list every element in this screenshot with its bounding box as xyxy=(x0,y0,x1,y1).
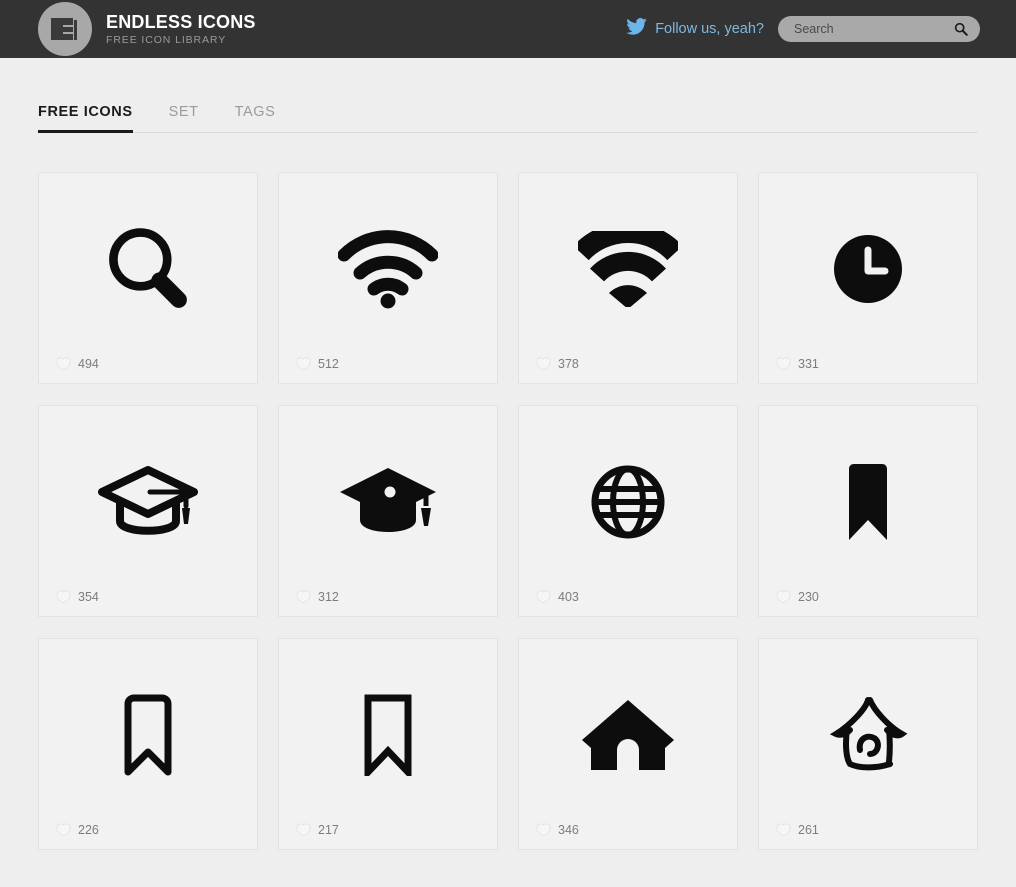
download-count-value: 230 xyxy=(798,589,819,604)
search-input[interactable] xyxy=(792,21,952,37)
download-count-icon xyxy=(56,356,71,371)
icon-card[interactable]: 354 xyxy=(38,405,258,617)
download-count: 403 xyxy=(536,589,579,604)
icon-card[interactable]: 226 xyxy=(38,638,258,850)
download-count: 217 xyxy=(296,822,339,837)
graduation-cap-filled-icon xyxy=(279,406,497,616)
download-count-icon xyxy=(296,822,311,837)
download-count-icon xyxy=(536,589,551,604)
twitter-bird-icon xyxy=(626,18,647,40)
search-icon[interactable] xyxy=(954,22,968,36)
download-count-value: 378 xyxy=(558,356,579,371)
main-tabs: FREE ICONS SET TAGS xyxy=(38,58,978,133)
download-count-value: 354 xyxy=(78,589,99,604)
download-count: 346 xyxy=(536,822,579,837)
download-count: 261 xyxy=(776,822,819,837)
brand-subtitle: FREE ICON LIBRARY xyxy=(106,33,227,46)
icon-card[interactable]: 512 xyxy=(278,172,498,384)
house-sketch-icon xyxy=(759,639,977,849)
icon-card[interactable]: 312 xyxy=(278,405,498,617)
download-count-icon xyxy=(56,589,71,604)
icon-card[interactable]: 217 xyxy=(278,638,498,850)
download-count-value: 512 xyxy=(318,356,339,371)
download-count-value: 261 xyxy=(798,822,819,837)
grid-layout-logo-icon xyxy=(38,2,92,56)
download-count: 230 xyxy=(776,589,819,604)
download-count-value: 226 xyxy=(78,822,99,837)
download-count-icon xyxy=(296,589,311,604)
globe-icon xyxy=(519,406,737,616)
download-count: 226 xyxy=(56,822,99,837)
download-count: 494 xyxy=(56,356,99,371)
header-actions: Follow us, yeah? xyxy=(626,0,980,58)
icon-card[interactable]: 230 xyxy=(758,405,978,617)
download-count-icon xyxy=(536,356,551,371)
download-count-value: 312 xyxy=(318,589,339,604)
download-count-value: 331 xyxy=(798,356,819,371)
icon-card[interactable]: 403 xyxy=(518,405,738,617)
download-count: 312 xyxy=(296,589,339,604)
brand-logo-link[interactable]: ENDLESS ICONS FREE ICON LIBRARY xyxy=(38,2,256,56)
download-count-icon xyxy=(776,356,791,371)
follow-label: Follow us, yeah? xyxy=(655,21,764,37)
icon-card[interactable]: 494 xyxy=(38,172,258,384)
search-box[interactable] xyxy=(778,16,980,42)
tab-tags[interactable]: TAGS xyxy=(235,104,276,132)
wifi-signal-bold-icon xyxy=(519,173,737,383)
download-count-icon xyxy=(56,822,71,837)
site-header: ENDLESS ICONS FREE ICON LIBRARY Follow u… xyxy=(0,0,1016,58)
tab-free-icons[interactable]: FREE ICONS xyxy=(38,104,133,133)
house-filled-icon xyxy=(519,639,737,849)
download-count-value: 403 xyxy=(558,589,579,604)
download-count-icon xyxy=(776,589,791,604)
download-count: 512 xyxy=(296,356,339,371)
bookmark-outline-rounded-icon xyxy=(39,639,257,849)
brand-title: ENDLESS ICONS xyxy=(106,11,256,32)
download-count: 378 xyxy=(536,356,579,371)
download-count-icon xyxy=(296,356,311,371)
magnifier-search-icon xyxy=(39,173,257,383)
download-count: 354 xyxy=(56,589,99,604)
tab-set[interactable]: SET xyxy=(169,104,199,132)
bookmark-filled-icon xyxy=(759,406,977,616)
download-count-value: 494 xyxy=(78,356,99,371)
download-count-value: 346 xyxy=(558,822,579,837)
download-count-value: 217 xyxy=(318,822,339,837)
icon-card[interactable]: 346 xyxy=(518,638,738,850)
download-count-icon xyxy=(536,822,551,837)
icon-card[interactable]: 378 xyxy=(518,172,738,384)
twitter-follow-link[interactable]: Follow us, yeah? xyxy=(626,18,764,40)
bookmark-outline-square-icon xyxy=(279,639,497,849)
download-count-icon xyxy=(776,822,791,837)
clock-filled-icon xyxy=(759,173,977,383)
icon-card[interactable]: 331 xyxy=(758,172,978,384)
icon-grid: 494 512 378 331 354 312 403 230 226 217 … xyxy=(38,133,978,850)
icon-card[interactable]: 261 xyxy=(758,638,978,850)
download-count: 331 xyxy=(776,356,819,371)
graduation-cap-outline-icon xyxy=(39,406,257,616)
wifi-signal-icon xyxy=(279,173,497,383)
